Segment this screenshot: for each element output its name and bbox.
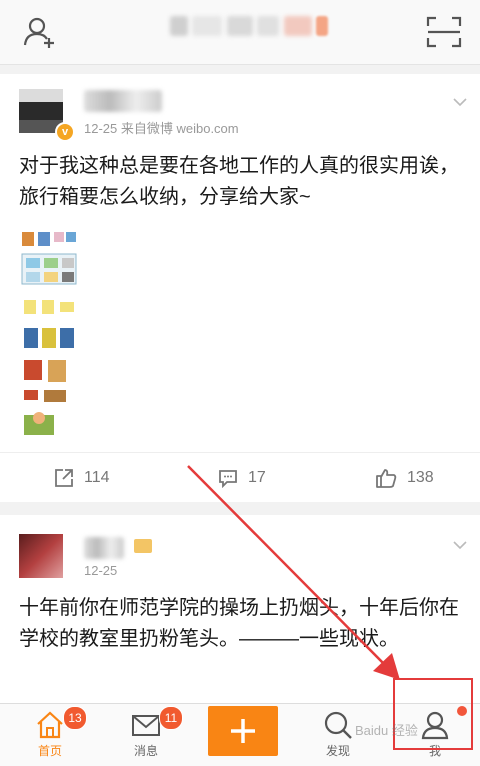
chevron-down-icon[interactable] xyxy=(452,94,468,110)
search-icon xyxy=(324,711,352,739)
repost-button[interactable]: 114 xyxy=(54,453,110,503)
comment-button[interactable]: 17 xyxy=(218,453,266,503)
feed-post[interactable]: v 12-25 来自微博 weibo.com 对于我这种总是要在各地工作的人真的… xyxy=(0,74,480,502)
username-blurred[interactable] xyxy=(84,90,162,112)
tab-label: 发现 xyxy=(325,744,350,758)
tab-label: 消息 xyxy=(133,744,158,758)
top-navigation-bar xyxy=(0,0,480,65)
feed-post[interactable]: 12-25 十年前你在师范学院的操场上扔烟头，十年后你在学校的教室里扔粉笔头。—… xyxy=(0,515,480,703)
avatar[interactable] xyxy=(19,534,63,578)
username-blurred[interactable] xyxy=(84,537,124,559)
notification-badge: 11 xyxy=(159,706,183,730)
plus-icon xyxy=(231,719,255,743)
tutorial-highlight-box xyxy=(393,678,473,750)
post-image-thumbnail[interactable] xyxy=(20,230,78,438)
notification-badge: 13 xyxy=(63,706,87,730)
tab-label: 首页 xyxy=(37,744,62,758)
home-icon xyxy=(37,711,63,739)
like-count: 138 xyxy=(407,469,434,486)
comment-count: 17 xyxy=(248,469,266,486)
compose-button[interactable] xyxy=(208,706,278,756)
post-text: 对于我这种总是要在各地工作的人真的很实用诶，旅行箱要怎么收纳，分享给大家~ xyxy=(19,155,459,208)
post-actions: 114 17 138 xyxy=(0,452,480,503)
comment-icon xyxy=(219,470,237,488)
page-title-blurred[interactable] xyxy=(170,16,330,44)
watermark: Baidu 经验 xyxy=(355,723,418,738)
post-meta: 12-25 xyxy=(84,563,118,578)
envelope-icon xyxy=(132,715,160,736)
member-crown-icon xyxy=(134,539,152,553)
chevron-down-icon[interactable] xyxy=(452,537,468,553)
thumbs-up-icon xyxy=(376,469,397,488)
post-text: 十年前你在师范学院的操场上扔烟头，十年后你在学校的教室里扔粉笔头。———一些现状… xyxy=(19,597,459,650)
repost-count: 114 xyxy=(84,469,110,486)
like-button[interactable]: 138 xyxy=(375,453,434,503)
add-friend-icon[interactable] xyxy=(22,14,58,50)
post-meta: 12-25 来自微博 weibo.com xyxy=(84,121,239,136)
verified-badge-icon: v xyxy=(55,122,75,142)
scan-icon[interactable] xyxy=(426,16,462,48)
repost-icon xyxy=(55,469,73,487)
